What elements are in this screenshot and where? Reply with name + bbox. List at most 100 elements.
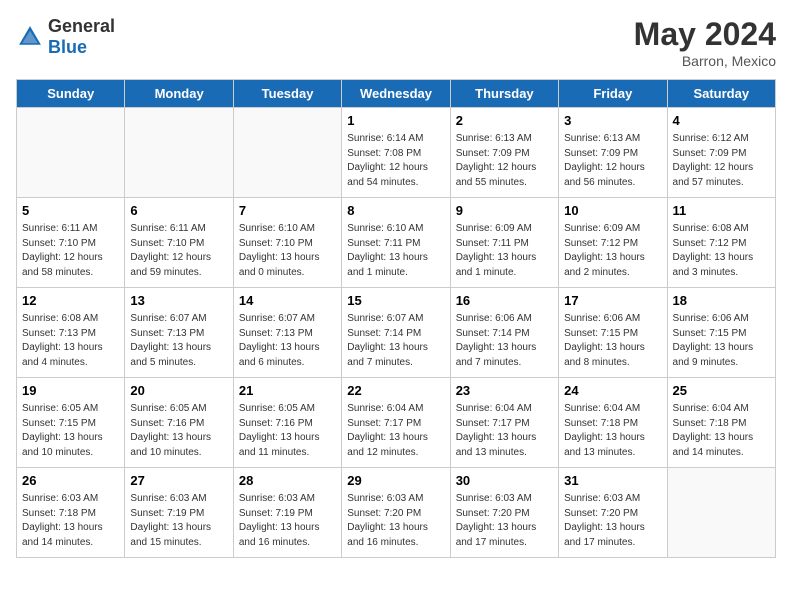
day-info: Sunrise: 6:04 AM Sunset: 7:17 PM Dayligh… (456, 402, 553, 460)
calendar-header: SundayMondayTuesdayWednesdayThursdayFrid… (17, 80, 776, 108)
calendar-cell: 27 Sunrise: 6:03 AM Sunset: 7:19 PM Dayli… (125, 468, 233, 558)
calendar-cell: 5 Sunrise: 6:11 AM Sunset: 7:10 PM Daylig… (17, 198, 125, 288)
calendar-cell: 26 Sunrise: 6:03 AM Sunset: 7:18 PM Dayli… (17, 468, 125, 558)
calendar-cell: 9Sunrise: 6:09 AM Sunset: 7:11 PM Daylig… (450, 198, 558, 288)
day-info: Sunrise: 6:08 AM Sunset: 7:13 PM Dayligh… (22, 312, 119, 370)
day-number: 21 (239, 382, 336, 400)
day-info: Sunrise: 6:10 AM Sunset: 7:10 PM Dayligh… (239, 222, 336, 280)
day-info: Sunrise: 6:11 AM Sunset: 7:10 PM Dayligh… (22, 222, 119, 280)
day-number: 23 (456, 382, 553, 400)
calendar-cell: 29Sunrise: 6:03 AM Sunset: 7:20 PM Dayli… (342, 468, 450, 558)
day-number: 19 (22, 382, 119, 400)
calendar-cell: 12 Sunrise: 6:08 AM Sunset: 7:13 PM Dayli… (17, 288, 125, 378)
calendar-cell: 7 Sunrise: 6:10 AM Sunset: 7:10 PM Daylig… (233, 198, 341, 288)
calendar-table: SundayMondayTuesdayWednesdayThursdayFrid… (16, 79, 776, 558)
page-header: General Blue May 2024 Barron, Mexico (16, 16, 776, 69)
day-info: Sunrise: 6:07 AM Sunset: 7:14 PM Dayligh… (347, 312, 444, 370)
calendar-cell: 23 Sunrise: 6:04 AM Sunset: 7:17 PM Dayli… (450, 378, 558, 468)
day-number: 25 (673, 382, 770, 400)
day-info: Sunrise: 6:07 AM Sunset: 7:13 PM Dayligh… (239, 312, 336, 370)
calendar-cell: 17Sunrise: 6:06 AM Sunset: 7:15 PM Dayli… (559, 288, 667, 378)
calendar-cell: 1Sunrise: 6:14 AM Sunset: 7:08 PM Daylig… (342, 108, 450, 198)
weekday-row: SundayMondayTuesdayWednesdayThursdayFrid… (17, 80, 776, 108)
calendar-cell: 19 Sunrise: 6:05 AM Sunset: 7:15 PM Dayli… (17, 378, 125, 468)
calendar-cell: 24Sunrise: 6:04 AM Sunset: 7:18 PM Dayli… (559, 378, 667, 468)
day-info: Sunrise: 6:06 AM Sunset: 7:15 PM Dayligh… (673, 312, 770, 370)
day-number: 18 (673, 292, 770, 310)
title-block: May 2024 Barron, Mexico (634, 16, 776, 69)
day-number: 17 (564, 292, 661, 310)
calendar-cell (17, 108, 125, 198)
calendar-cell: 8 Sunrise: 6:10 AM Sunset: 7:11 PM Daylig… (342, 198, 450, 288)
calendar-cell: 3 Sunrise: 6:13 AM Sunset: 7:09 PM Daylig… (559, 108, 667, 198)
weekday-header: Tuesday (233, 80, 341, 108)
calendar-cell: 22Sunrise: 6:04 AM Sunset: 7:17 PM Dayli… (342, 378, 450, 468)
calendar-week-row: 26 Sunrise: 6:03 AM Sunset: 7:18 PM Dayli… (17, 468, 776, 558)
logo: General Blue (16, 16, 115, 58)
calendar-cell: 31 Sunrise: 6:03 AM Sunset: 7:20 PM Dayli… (559, 468, 667, 558)
weekday-header: Monday (125, 80, 233, 108)
calendar-cell: 16 Sunrise: 6:06 AM Sunset: 7:14 PM Dayli… (450, 288, 558, 378)
calendar-cell: 21Sunrise: 6:05 AM Sunset: 7:16 PM Dayli… (233, 378, 341, 468)
day-info: Sunrise: 6:03 AM Sunset: 7:18 PM Dayligh… (22, 492, 119, 550)
day-info: Sunrise: 6:10 AM Sunset: 7:11 PM Dayligh… (347, 222, 444, 280)
day-number: 14 (239, 292, 336, 310)
day-number: 8 (347, 202, 444, 220)
day-info: Sunrise: 6:03 AM Sunset: 7:20 PM Dayligh… (564, 492, 661, 550)
day-info: Sunrise: 6:04 AM Sunset: 7:18 PM Dayligh… (673, 402, 770, 460)
day-info: Sunrise: 6:11 AM Sunset: 7:10 PM Dayligh… (130, 222, 227, 280)
calendar-cell (233, 108, 341, 198)
day-number: 3 (564, 112, 661, 130)
day-number: 12 (22, 292, 119, 310)
day-info: Sunrise: 6:09 AM Sunset: 7:12 PM Dayligh… (564, 222, 661, 280)
day-info: Sunrise: 6:03 AM Sunset: 7:19 PM Dayligh… (130, 492, 227, 550)
logo-blue-text: Blue (48, 37, 87, 57)
calendar-cell: 4Sunrise: 6:12 AM Sunset: 7:09 PM Daylig… (667, 108, 775, 198)
day-info: Sunrise: 6:09 AM Sunset: 7:11 PM Dayligh… (456, 222, 553, 280)
calendar-cell (125, 108, 233, 198)
calendar-cell: 18 Sunrise: 6:06 AM Sunset: 7:15 PM Dayli… (667, 288, 775, 378)
calendar-cell: 30Sunrise: 6:03 AM Sunset: 7:20 PM Dayli… (450, 468, 558, 558)
day-number: 20 (130, 382, 227, 400)
calendar-subtitle: Barron, Mexico (634, 53, 776, 69)
day-number: 5 (22, 202, 119, 220)
day-info: Sunrise: 6:03 AM Sunset: 7:19 PM Dayligh… (239, 492, 336, 550)
day-info: Sunrise: 6:07 AM Sunset: 7:13 PM Dayligh… (130, 312, 227, 370)
day-info: Sunrise: 6:13 AM Sunset: 7:09 PM Dayligh… (564, 132, 661, 190)
weekday-header: Friday (559, 80, 667, 108)
day-info: Sunrise: 6:12 AM Sunset: 7:09 PM Dayligh… (673, 132, 770, 190)
calendar-cell: 2Sunrise: 6:13 AM Sunset: 7:09 PM Daylig… (450, 108, 558, 198)
day-number: 2 (456, 112, 553, 130)
day-number: 31 (564, 472, 661, 490)
logo-general-text: General (48, 16, 115, 36)
day-number: 26 (22, 472, 119, 490)
calendar-cell: 14 Sunrise: 6:07 AM Sunset: 7:13 PM Dayli… (233, 288, 341, 378)
day-number: 6 (130, 202, 227, 220)
calendar-cell: 13Sunrise: 6:07 AM Sunset: 7:13 PM Dayli… (125, 288, 233, 378)
logo-icon (16, 23, 44, 51)
day-number: 11 (673, 202, 770, 220)
calendar-cell: 11Sunrise: 6:08 AM Sunset: 7:12 PM Dayli… (667, 198, 775, 288)
calendar-body: 1Sunrise: 6:14 AM Sunset: 7:08 PM Daylig… (17, 108, 776, 558)
day-info: Sunrise: 6:05 AM Sunset: 7:15 PM Dayligh… (22, 402, 119, 460)
calendar-cell: 6 Sunrise: 6:11 AM Sunset: 7:10 PM Daylig… (125, 198, 233, 288)
day-number: 10 (564, 202, 661, 220)
day-number: 22 (347, 382, 444, 400)
weekday-header: Thursday (450, 80, 558, 108)
weekday-header: Wednesday (342, 80, 450, 108)
day-number: 30 (456, 472, 553, 490)
day-number: 27 (130, 472, 227, 490)
weekday-header: Sunday (17, 80, 125, 108)
calendar-week-row: 5 Sunrise: 6:11 AM Sunset: 7:10 PM Daylig… (17, 198, 776, 288)
day-info: Sunrise: 6:06 AM Sunset: 7:14 PM Dayligh… (456, 312, 553, 370)
calendar-cell (667, 468, 775, 558)
day-number: 29 (347, 472, 444, 490)
calendar-cell: 15Sunrise: 6:07 AM Sunset: 7:14 PM Dayli… (342, 288, 450, 378)
calendar-week-row: 19 Sunrise: 6:05 AM Sunset: 7:15 PM Dayli… (17, 378, 776, 468)
calendar-cell: 28Sunrise: 6:03 AM Sunset: 7:19 PM Dayli… (233, 468, 341, 558)
calendar-title: May 2024 (634, 16, 776, 53)
day-number: 16 (456, 292, 553, 310)
day-number: 7 (239, 202, 336, 220)
calendar-cell: 10 Sunrise: 6:09 AM Sunset: 7:12 PM Dayli… (559, 198, 667, 288)
day-number: 24 (564, 382, 661, 400)
